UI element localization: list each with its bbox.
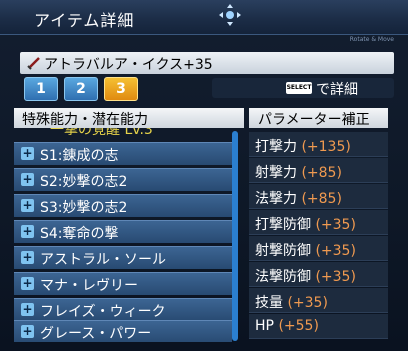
parameters-header-label: パラメーター補正 xyxy=(258,112,370,128)
plus-icon[interactable]: + xyxy=(21,173,34,186)
plus-icon[interactable]: + xyxy=(21,251,34,264)
sub-bar: Rotate & Move xyxy=(8,34,400,46)
plus-icon[interactable]: + xyxy=(21,225,34,238)
param-label: 射撃防御 xyxy=(255,243,311,259)
param-label: 打撃力 xyxy=(255,139,297,155)
param-row: 射撃防御 (+35) xyxy=(249,236,388,261)
param-value: (+35) xyxy=(315,243,356,259)
list-item[interactable]: + フレイズ・ウィーク xyxy=(14,298,232,321)
param-label: 技量 xyxy=(255,295,283,311)
param-value: (+135) xyxy=(301,139,351,155)
list-item-partial[interactable]: 一撃の覚醒 Lv.3 xyxy=(14,128,232,136)
tab-2[interactable]: 2 xyxy=(64,77,98,101)
param-label: HP xyxy=(255,318,274,334)
param-label: 法撃力 xyxy=(255,191,297,207)
tab-3[interactable]: 3 xyxy=(104,77,138,101)
param-label: 法撃防御 xyxy=(255,269,311,285)
param-row: 技量 (+35) xyxy=(249,288,388,313)
detail-label: で詳細 xyxy=(316,82,358,98)
param-row: HP (+55) xyxy=(249,314,388,339)
plus-icon[interactable]: + xyxy=(21,303,34,316)
list-item[interactable]: + S3:妙撃の志2 xyxy=(14,194,232,217)
param-value: (+55) xyxy=(278,318,319,334)
tab-1[interactable]: 1 xyxy=(24,77,58,101)
ability-label: アストラル・ソール xyxy=(40,252,166,268)
parameters-list: 打撃力 (+135) 射撃力 (+85) 法撃力 (+85) 打撃防御 (+35… xyxy=(249,128,388,342)
abilities-list[interactable]: 一撃の覚醒 Lv.3 + S1:錬成の志 + S2:妙撃の志2 + S3:妙撃の… xyxy=(14,128,244,342)
abilities-header: 特殊能力・潜在能力 xyxy=(14,108,244,128)
ability-label: マナ・レヴリー xyxy=(40,278,138,294)
ability-label: S2:妙撃の志2 xyxy=(40,174,128,190)
plus-icon[interactable]: + xyxy=(21,147,34,160)
ability-label: S3:妙撃の志2 xyxy=(40,200,128,216)
select-button-icon: SELECT xyxy=(286,82,312,94)
subbar-right-text: Rotate & Move xyxy=(349,36,394,43)
param-row: 射撃力 (+85) xyxy=(249,158,388,183)
list-item[interactable]: + グレース・パワー xyxy=(14,320,232,342)
detail-hint: SELECT で詳細 xyxy=(212,78,394,98)
param-row: 打撃力 (+135) xyxy=(249,132,388,157)
ability-label: グレース・パワー xyxy=(40,326,152,342)
param-row: 法撃防御 (+35) xyxy=(249,262,388,287)
param-value: (+85) xyxy=(301,191,342,207)
list-item[interactable]: + S2:妙撃の志2 xyxy=(14,168,232,191)
list-item[interactable]: + S1:錬成の志 xyxy=(14,142,232,165)
window-title: アイテム詳細 xyxy=(34,11,135,30)
item-name-bar: アトラバルア・イクス+35 xyxy=(20,52,394,74)
plus-icon[interactable]: + xyxy=(21,325,34,338)
move-cross-icon[interactable] xyxy=(218,3,242,27)
param-row: 打撃防御 (+35) xyxy=(249,210,388,235)
param-value: (+85) xyxy=(301,165,342,181)
abilities-header-label: 特殊能力・潜在能力 xyxy=(22,112,148,128)
title-bar[interactable]: アイテム詳細 xyxy=(0,0,408,35)
parameters-header: パラメーター補正 xyxy=(249,108,388,128)
param-label: 打撃防御 xyxy=(255,217,311,233)
ability-label: フレイズ・ウィーク xyxy=(40,304,166,320)
list-item[interactable]: + アストラル・ソール xyxy=(14,246,232,269)
param-value: (+35) xyxy=(287,295,328,311)
plus-icon[interactable]: + xyxy=(21,277,34,290)
ability-label: S4:奪命の撃 xyxy=(40,226,119,242)
ability-label: S1:錬成の志 xyxy=(40,148,119,164)
param-row: 法撃力 (+85) xyxy=(249,184,388,209)
abilities-scrollbar-thumb[interactable] xyxy=(232,131,238,341)
ability-label: 一撃の覚醒 Lv.3 xyxy=(50,128,153,136)
list-item[interactable]: + マナ・レヴリー xyxy=(14,272,232,295)
param-value: (+35) xyxy=(315,217,356,233)
param-label: 射撃力 xyxy=(255,165,297,181)
list-item[interactable]: + S4:奪命の撃 xyxy=(14,220,232,243)
param-value: (+35) xyxy=(315,269,356,285)
sword-icon xyxy=(26,55,42,71)
item-name: アトラバルア・イクス+35 xyxy=(44,57,213,73)
item-detail-window: アイテム詳細 Rotate & Move アトラバルア・イクス+35 1 2 3… xyxy=(0,0,408,351)
plus-icon[interactable]: + xyxy=(21,199,34,212)
